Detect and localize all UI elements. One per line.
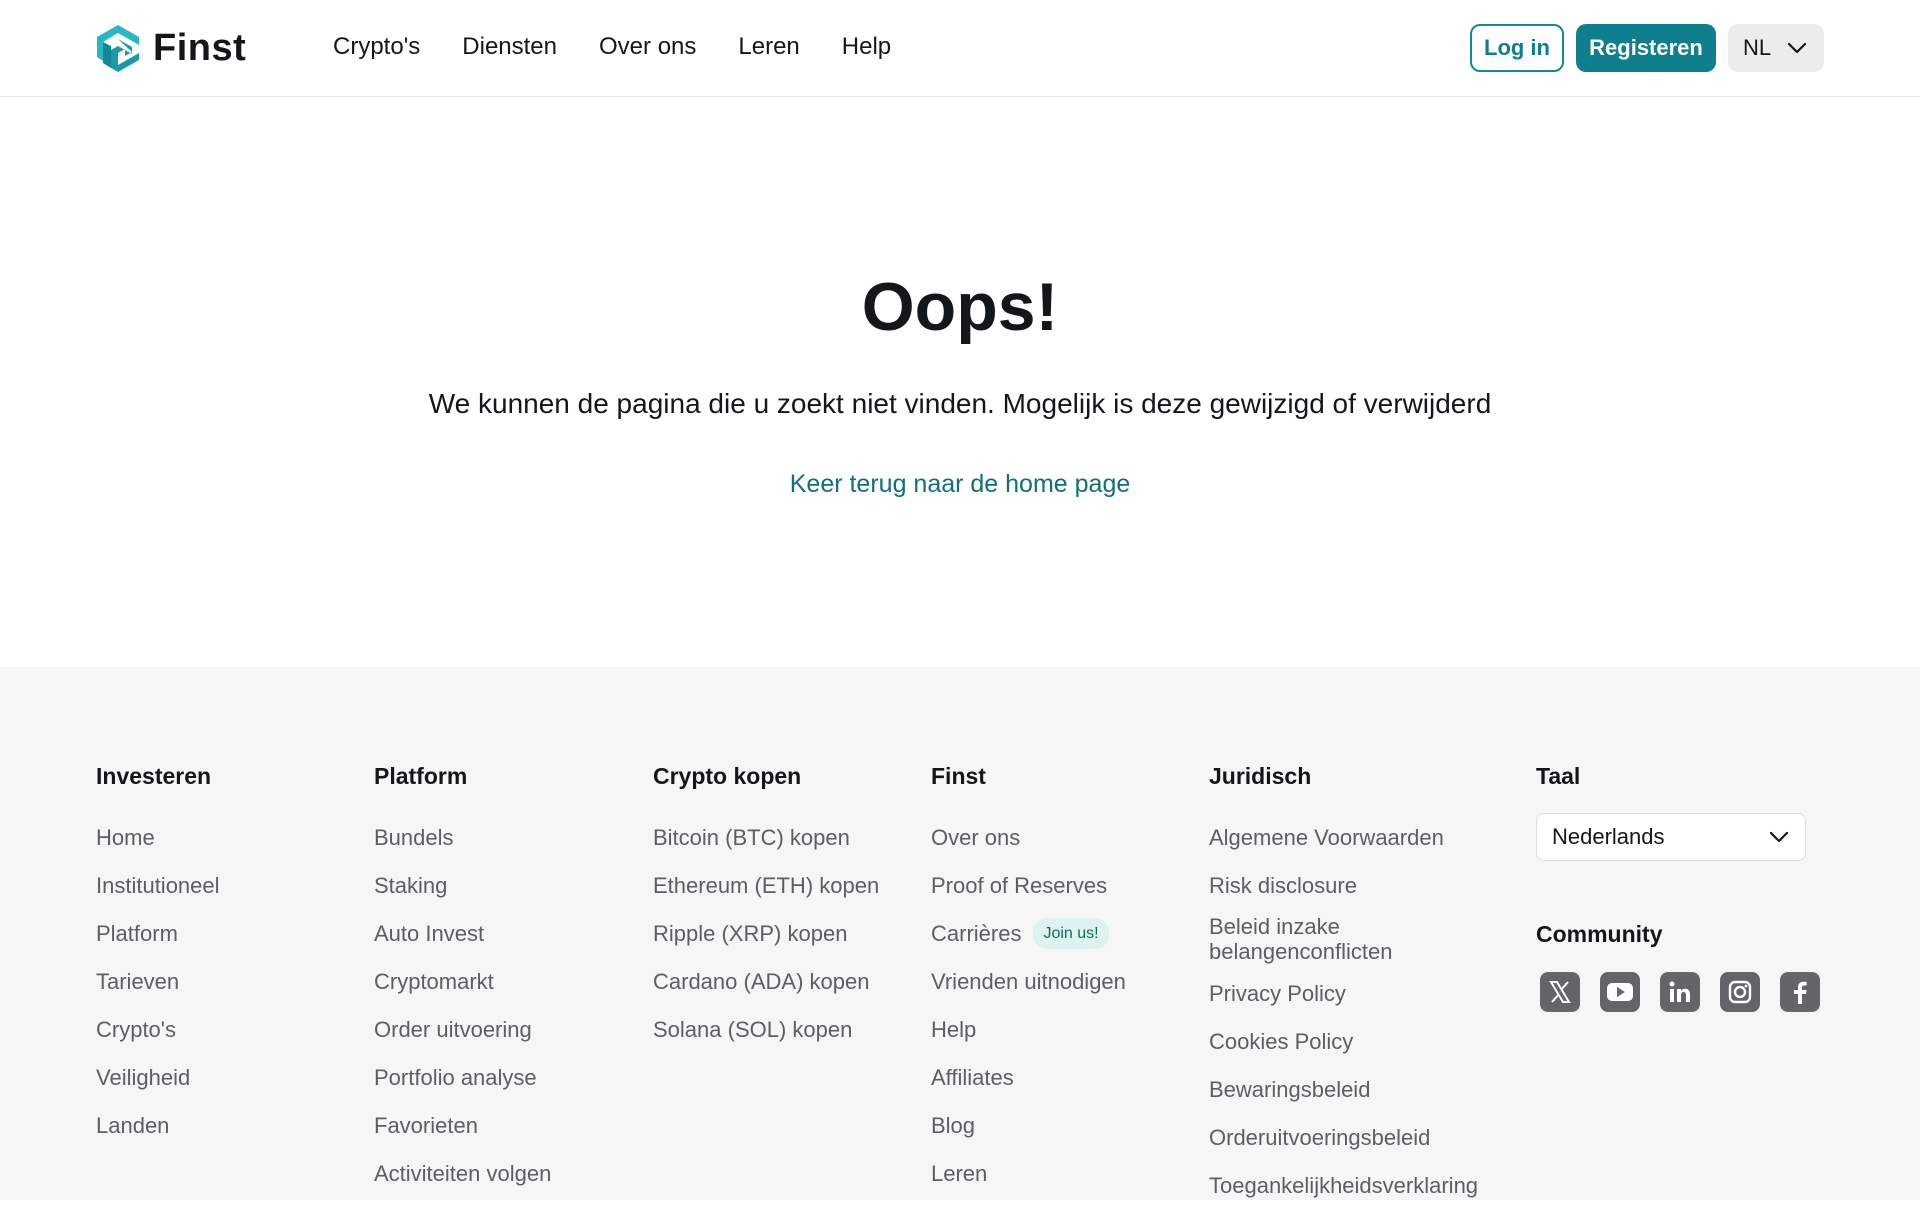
finst-logo[interactable]: Finst — [95, 23, 246, 73]
footer-link-xrp[interactable]: Ripple (XRP) kopen — [653, 909, 879, 957]
footer-heading: Taal — [1536, 763, 1581, 789]
site-header: Finst Crypto's Diensten Over ons Leren H… — [0, 0, 1920, 97]
instagram-icon[interactable] — [1720, 972, 1760, 1012]
footer-link-vrienden-uitnodigen[interactable]: Vrienden uitnodigen — [931, 957, 1126, 1005]
footer-link-algemene-voorwaarden[interactable]: Algemene Voorwaarden — [1209, 813, 1499, 861]
language-select-value: NL — [1743, 35, 1772, 60]
footer-link-auto-invest[interactable]: Auto Invest — [374, 909, 551, 957]
footer-link-eth[interactable]: Ethereum (ETH) kopen — [653, 861, 879, 909]
nav-diensten[interactable]: Diensten — [462, 33, 557, 61]
footer-link-affiliates[interactable]: Affiliates — [931, 1053, 1126, 1101]
footer-link-activiteiten-volgen[interactable]: Activiteiten volgen — [374, 1149, 551, 1197]
facebook-icon[interactable] — [1780, 972, 1820, 1012]
footer-link-portfolio-analyse[interactable]: Portfolio analyse — [374, 1053, 551, 1101]
nav-help[interactable]: Help — [842, 33, 891, 61]
footer-heading: Crypto kopen — [653, 763, 802, 789]
footer-heading: Platform — [374, 763, 468, 789]
footer-column-finst: Finst Over ons Proof of Reserves Carrièr… — [931, 763, 1126, 1197]
footer-link-risk-disclosure[interactable]: Risk disclosure — [1209, 861, 1499, 909]
footer-link-tarieven[interactable]: Tarieven — [96, 957, 220, 1005]
footer-link-orderuitvoeringsbeleid[interactable]: Orderuitvoeringsbeleid — [1209, 1113, 1499, 1161]
footer-language-value: Nederlands — [1552, 824, 1665, 849]
footer-link-btc[interactable]: Bitcoin (BTC) kopen — [653, 813, 879, 861]
footer-column-investeren: Investeren Home Institutioneel Platform … — [96, 763, 220, 1149]
footer-language-select[interactable]: Nederlands — [1536, 813, 1806, 861]
nav-over-ons[interactable]: Over ons — [599, 33, 696, 61]
footer-column-platform: Platform Bundels Staking Auto Invest Cry… — [374, 763, 551, 1197]
footer-link-help[interactable]: Help — [931, 1005, 1126, 1053]
footer-link-order-uitvoering[interactable]: Order uitvoering — [374, 1005, 551, 1053]
login-button[interactable]: Log in — [1470, 24, 1564, 72]
footer-link-bundels[interactable]: Bundels — [374, 813, 551, 861]
footer-heading: Finst — [931, 763, 986, 789]
footer-link-carrieres[interactable]: Carrières Join us! — [931, 909, 1126, 957]
chevron-down-icon — [1787, 42, 1807, 54]
footer-link-blog[interactable]: Blog — [931, 1101, 1126, 1149]
site-footer: Investeren Home Institutioneel Platform … — [0, 667, 1920, 1200]
footer-link-cryptos[interactable]: Crypto's — [96, 1005, 220, 1053]
footer-link-home[interactable]: Home — [96, 813, 220, 861]
error-section: Oops! We kunnen de pagina die u zoekt ni… — [0, 98, 1920, 668]
footer-link-belangenconflicten[interactable]: Beleid inzake belangenconflicten — [1209, 909, 1429, 969]
footer-heading: Investeren — [96, 763, 212, 789]
footer-link-favorieten[interactable]: Favorieten — [374, 1101, 551, 1149]
error-message: We kunnen de pagina die u zoekt niet vin… — [428, 388, 1492, 419]
linkedin-icon[interactable] — [1660, 972, 1700, 1012]
footer-link-cryptomarkt[interactable]: Cryptomarkt — [374, 957, 551, 1005]
footer-column-juridisch: Juridisch Algemene Voorwaarden Risk disc… — [1209, 763, 1499, 1209]
footer-link-institutioneel[interactable]: Institutioneel — [96, 861, 220, 909]
join-us-badge: Join us! — [1033, 917, 1109, 949]
footer-link-platform[interactable]: Platform — [96, 909, 220, 957]
footer-link-bewaringsbeleid[interactable]: Bewaringsbeleid — [1209, 1065, 1499, 1113]
footer-link-toegankelijkheidsverklaring[interactable]: Toegankelijkheidsverklaring — [1209, 1161, 1499, 1209]
community-heading: Community — [1536, 921, 1663, 947]
social-links — [1540, 972, 1820, 1012]
footer-column-crypto-kopen: Crypto kopen Bitcoin (BTC) kopen Ethereu… — [653, 763, 879, 1053]
carrieres-label: Carrières — [931, 920, 1022, 946]
x-icon[interactable] — [1540, 972, 1580, 1012]
footer-link-privacy-policy[interactable]: Privacy Policy — [1209, 969, 1499, 1017]
page-title: Oops! — [861, 269, 1059, 345]
footer-link-cookies-policy[interactable]: Cookies Policy — [1209, 1017, 1499, 1065]
language-select[interactable]: NL — [1728, 24, 1824, 72]
finst-logo-icon — [97, 25, 139, 72]
footer-column-taal: Taal Nederlands Community — [1536, 763, 1820, 1012]
register-button[interactable]: Registeren — [1576, 24, 1716, 72]
youtube-icon[interactable] — [1600, 972, 1640, 1012]
footer-link-proof-of-reserves[interactable]: Proof of Reserves — [931, 861, 1126, 909]
footer-link-over-ons[interactable]: Over ons — [931, 813, 1126, 861]
nav-cryptos[interactable]: Crypto's — [333, 33, 420, 61]
chevron-down-icon — [1769, 831, 1789, 843]
footer-link-staking[interactable]: Staking — [374, 861, 551, 909]
main-nav: Crypto's Diensten Over ons Leren Help — [333, 33, 933, 61]
footer-link-leren[interactable]: Leren — [931, 1149, 1126, 1197]
footer-link-veiligheid[interactable]: Veiligheid — [96, 1053, 220, 1101]
footer-link-ada[interactable]: Cardano (ADA) kopen — [653, 957, 879, 1005]
footer-link-landen[interactable]: Landen — [96, 1101, 220, 1149]
footer-heading: Juridisch — [1209, 763, 1312, 789]
logo-text: Finst — [153, 26, 247, 69]
nav-leren[interactable]: Leren — [738, 33, 799, 61]
footer-link-sol[interactable]: Solana (SOL) kopen — [653, 1005, 879, 1053]
home-page-link-text[interactable]: Keer terug naar de home page — [790, 470, 1131, 498]
home-page-link: Keer terug naar de home page — [0, 470, 1920, 499]
